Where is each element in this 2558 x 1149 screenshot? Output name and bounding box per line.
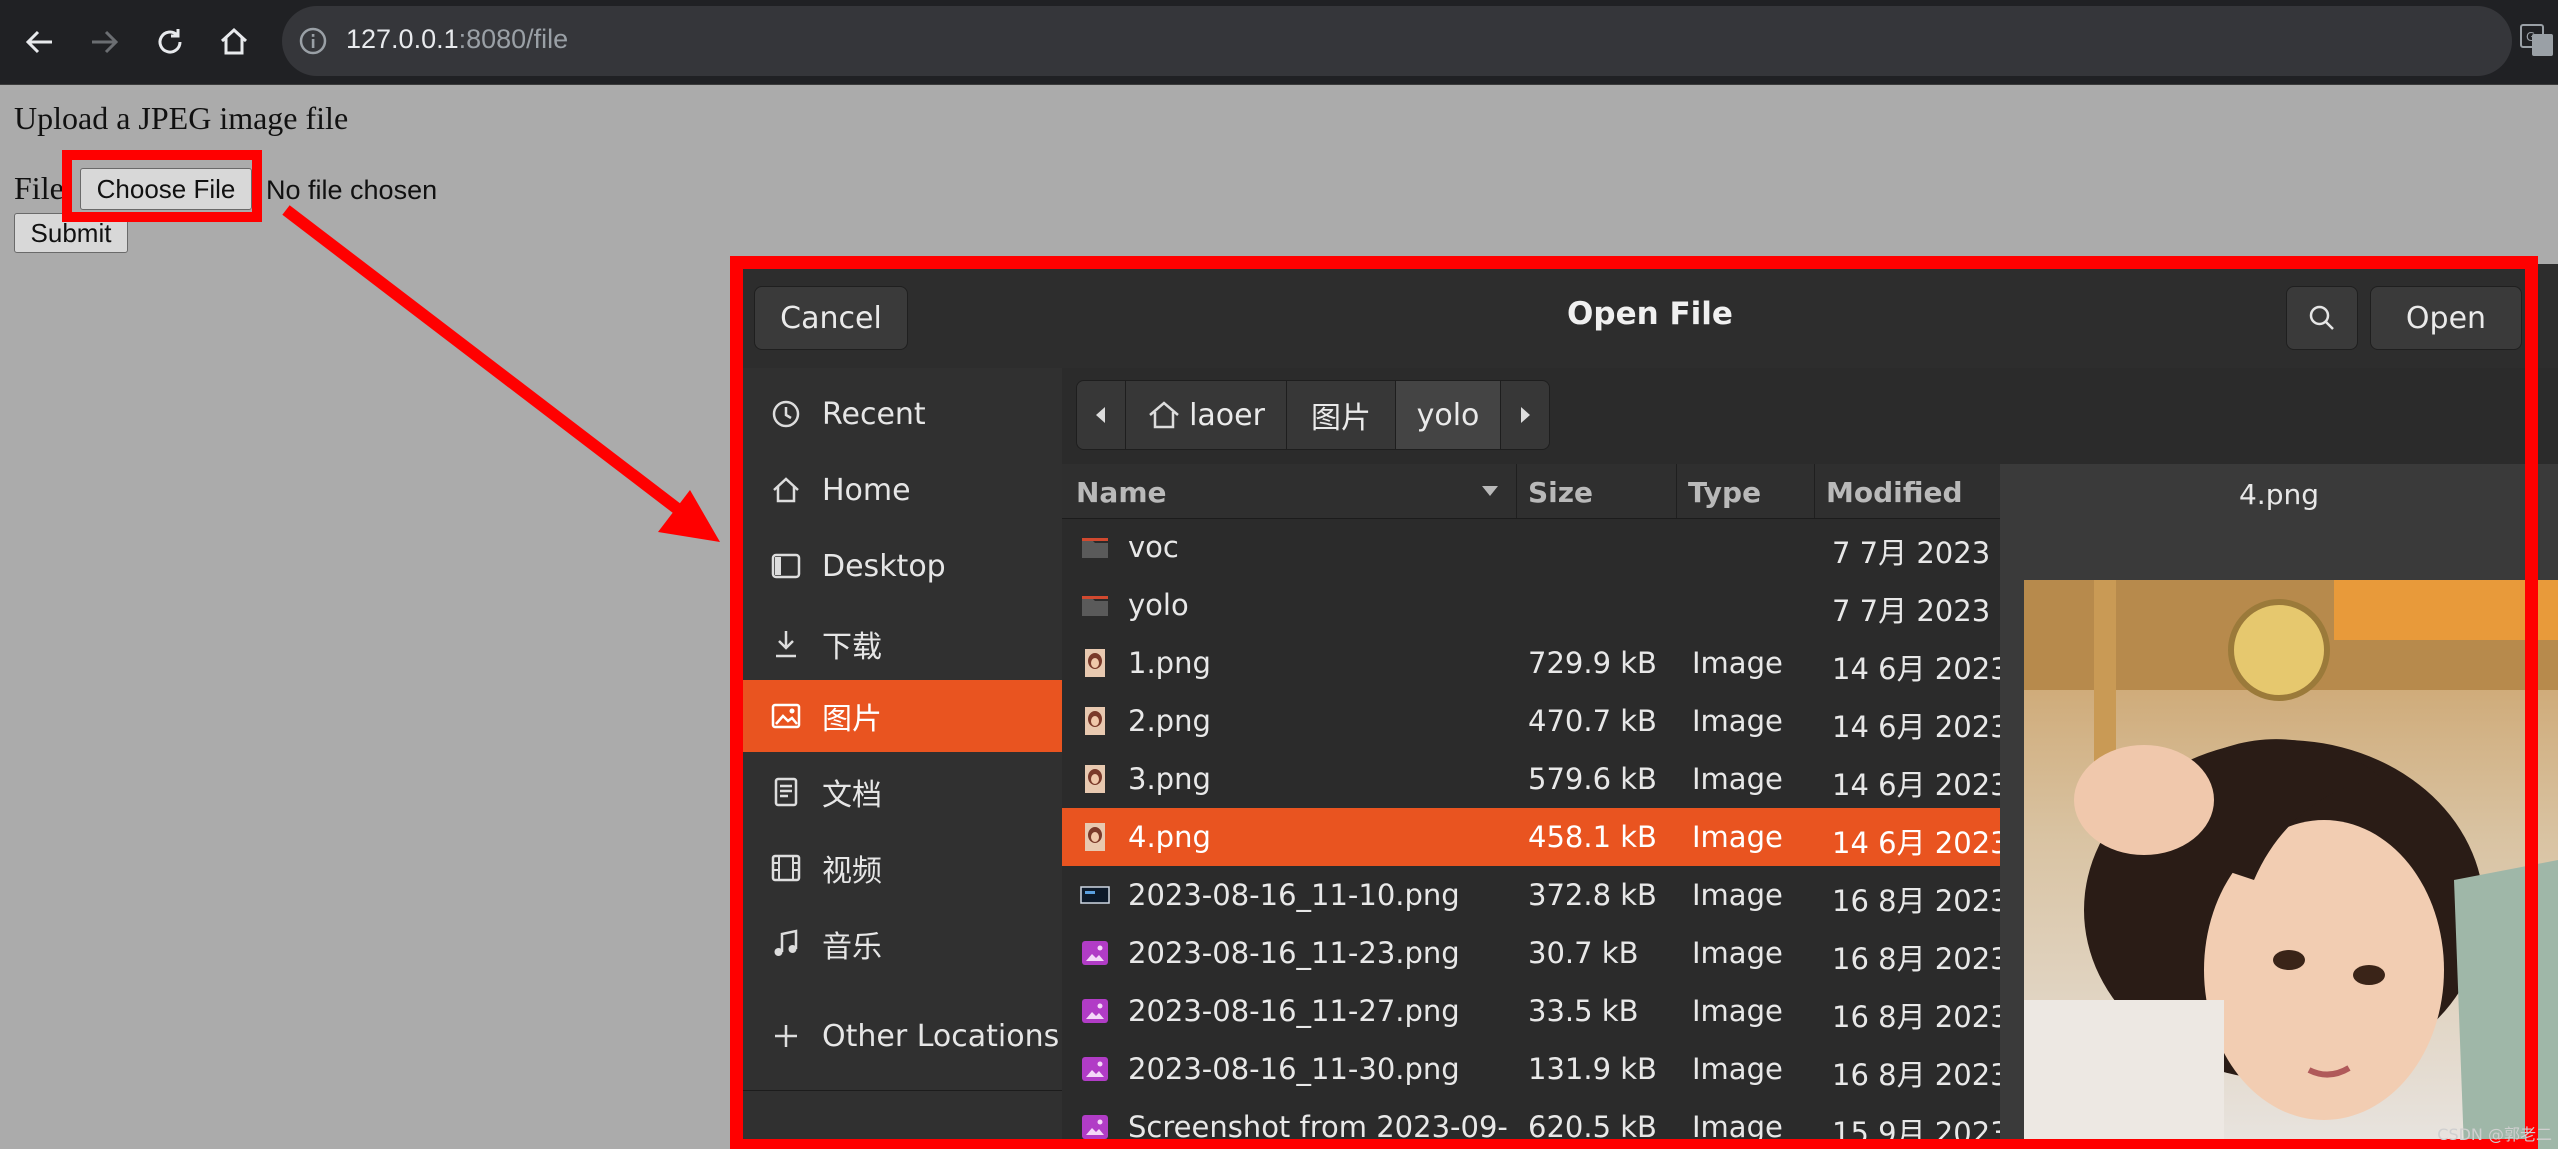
translate-icon[interactable]: G — [2520, 22, 2554, 60]
annotation-arrow — [282, 205, 720, 542]
svg-text:G: G — [2526, 30, 2535, 44]
highlight-box-dialog — [730, 256, 2538, 1149]
watermark: CSDN @郭老二 — [2437, 1125, 2552, 1144]
